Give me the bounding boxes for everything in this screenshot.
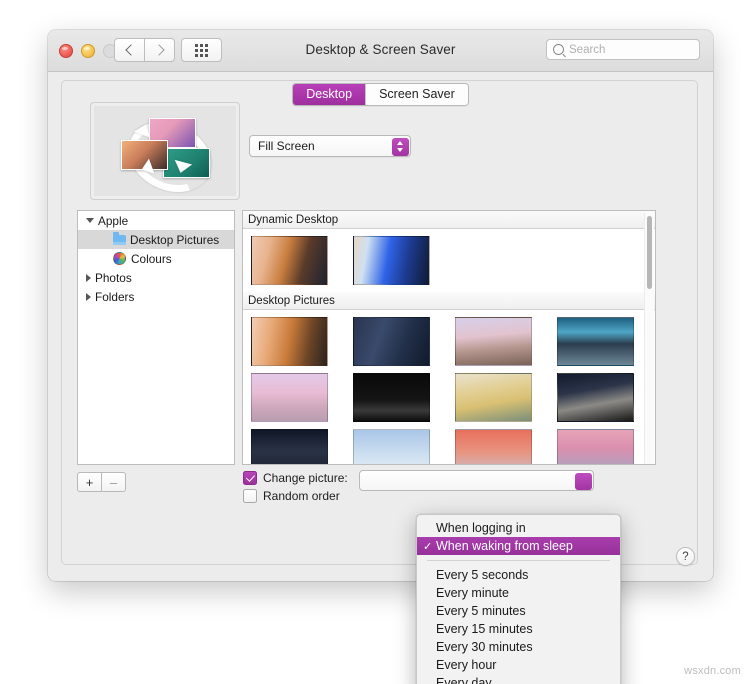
wallpaper-grid[interactable]: Dynamic Desktop Desktop Pictures <box>242 210 656 465</box>
wallpaper-thumbnail[interactable] <box>251 317 328 366</box>
change-interval-popup-button[interactable] <box>359 470 594 491</box>
wallpaper-thumbnail[interactable] <box>455 317 532 366</box>
rotating-pictures-icon <box>117 108 223 206</box>
source-list-item[interactable]: Apple <box>78 211 234 230</box>
wallpaper-row <box>243 422 655 464</box>
disclosure-triangle-icon[interactable] <box>86 218 94 223</box>
tab-screen-saver[interactable]: Screen Saver <box>365 84 468 105</box>
wallpaper-thumbnail[interactable] <box>455 373 532 422</box>
source-list-item-label: Apple <box>98 213 129 228</box>
wallpaper-grid-content: Dynamic Desktop Desktop Pictures <box>243 211 655 464</box>
wallpaper-thumbnail[interactable] <box>557 429 634 464</box>
change-picture-label: Change picture: <box>263 471 348 485</box>
source-list-item[interactable]: Photos <box>78 268 234 287</box>
wallpaper-thumbnail[interactable] <box>251 236 328 285</box>
menu-item-label: When logging in <box>436 521 526 535</box>
wallpaper-thumbnail[interactable] <box>353 429 430 464</box>
wallpaper-thumbnail[interactable] <box>353 373 430 422</box>
change-picture-checkbox[interactable] <box>243 471 257 485</box>
source-list-item[interactable]: Desktop Pictures <box>78 230 234 249</box>
source-list-item-label: Photos <box>95 270 132 285</box>
watermark: wsxdn.com <box>684 665 741 677</box>
menu-item-label: Every 5 minutes <box>436 604 526 618</box>
menu-item-label: Every minute <box>436 586 509 600</box>
menu-item-label: Every 15 minutes <box>436 622 533 636</box>
wallpaper-scrollbar[interactable] <box>643 212 654 464</box>
search-placeholder: Search <box>569 43 606 56</box>
desktop-preview <box>90 102 240 206</box>
wallpaper-thumbnail[interactable] <box>557 373 634 422</box>
wallpaper-row <box>243 229 655 285</box>
screenshot-root: Desktop & Screen Saver Search Desktop Sc… <box>0 0 750 684</box>
window-titlebar: Desktop & Screen Saver Search <box>48 30 713 72</box>
color-wheel-icon <box>113 252 126 265</box>
menu-item-label: Every 30 minutes <box>436 640 533 654</box>
chevron-down-icon <box>397 148 403 152</box>
menu-separator <box>427 560 610 561</box>
popup-stepper-icon[interactable] <box>391 137 409 156</box>
menu-item[interactable]: When logging in <box>417 519 620 537</box>
wallpaper-thumbnail[interactable] <box>455 429 532 464</box>
change-interval-menu[interactable]: When logging in ✓ When waking from sleep Ev… <box>416 514 621 684</box>
wallpaper-thumbnail[interactable] <box>353 236 430 285</box>
help-button[interactable]: ? <box>676 547 695 566</box>
wallpaper-thumbnail[interactable] <box>353 317 430 366</box>
menu-item[interactable]: Every 5 seconds <box>417 566 620 584</box>
wallpaper-row <box>243 310 655 366</box>
source-list-item[interactable]: Colours <box>78 249 234 268</box>
source-list-item[interactable]: Folders <box>78 287 234 306</box>
menu-item[interactable]: Every day <box>417 674 620 684</box>
wallpaper-thumbnail[interactable] <box>251 429 328 464</box>
add-folder-button[interactable]: + <box>77 472 102 492</box>
random-order-label: Random order <box>263 489 340 503</box>
source-list-item-label: Colours <box>131 251 172 266</box>
system-preferences-window: Desktop & Screen Saver Search Desktop Sc… <box>48 30 713 684</box>
interval-stepper-icon <box>574 472 592 490</box>
tab-group: Desktop Screen Saver <box>292 83 469 106</box>
fill-mode-popup-button[interactable]: Fill Screen <box>249 135 411 157</box>
remove-folder-button[interactable]: – <box>102 472 126 492</box>
random-order-checkbox[interactable] <box>243 489 257 503</box>
source-list-item-label: Folders <box>95 289 135 304</box>
fill-mode-value: Fill Screen <box>258 139 315 153</box>
menu-item[interactable]: ✓ When waking from sleep <box>417 537 620 555</box>
menu-item[interactable]: Every 5 minutes <box>417 602 620 620</box>
scrollbar-thumb[interactable] <box>646 215 652 289</box>
gallery-section-header: Desktop Pictures <box>243 292 655 310</box>
gallery-section-header: Dynamic Desktop <box>243 211 655 229</box>
menu-item-label: When waking from sleep <box>436 539 573 553</box>
change-picture-row: Change picture: <box>243 471 348 485</box>
checkmark-icon: ✓ <box>423 540 433 553</box>
disclosure-triangle-icon[interactable] <box>86 292 91 301</box>
source-list[interactable]: Apple Desktop Pictures Colours Photos Folder… <box>77 210 235 465</box>
menu-item-label: Every day <box>436 676 492 684</box>
chevron-up-icon <box>397 141 403 145</box>
menu-item-label: Every 5 seconds <box>436 568 529 582</box>
menu-item[interactable]: Every hour <box>417 656 620 674</box>
menu-item[interactable]: Every minute <box>417 584 620 602</box>
menu-item[interactable]: Every 15 minutes <box>417 620 620 638</box>
menu-item-label: Every hour <box>436 658 497 672</box>
disclosure-triangle-icon[interactable] <box>86 273 91 282</box>
tab-desktop[interactable]: Desktop <box>293 84 366 105</box>
random-order-row: Random order <box>243 489 340 503</box>
wallpaper-row <box>243 366 655 422</box>
menu-item[interactable]: Every 30 minutes <box>417 638 620 656</box>
search-icon <box>553 44 564 55</box>
source-list-buttons: + – <box>77 472 126 492</box>
wallpaper-thumbnail[interactable] <box>557 317 634 366</box>
source-list-item-label: Desktop Pictures <box>130 232 220 247</box>
folder-icon <box>113 232 126 245</box>
search-field[interactable]: Search <box>546 39 700 60</box>
wallpaper-thumbnail[interactable] <box>251 373 328 422</box>
